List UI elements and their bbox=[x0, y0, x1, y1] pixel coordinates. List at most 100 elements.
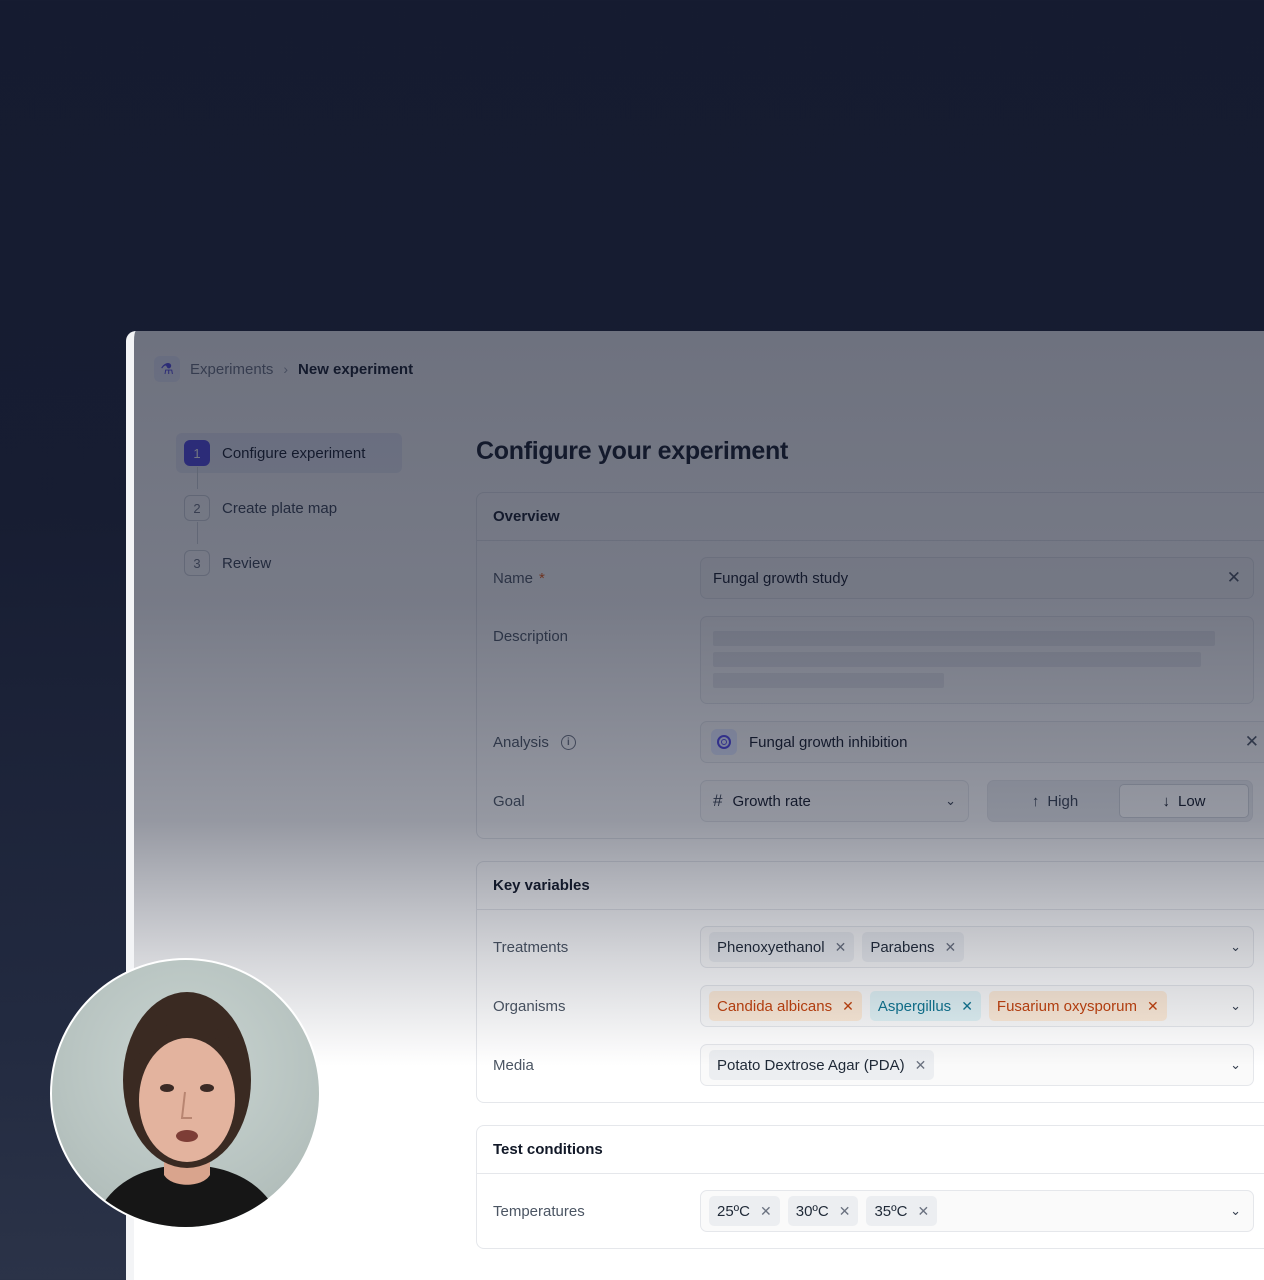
name-label: Name * bbox=[493, 570, 700, 587]
step-label: Configure experiment bbox=[222, 444, 366, 462]
chevron-down-icon: ⌄ bbox=[945, 793, 956, 808]
remove-tag-icon[interactable]: ✕ bbox=[917, 1203, 929, 1220]
goal-metric-select[interactable]: # Growth rate ⌄ bbox=[700, 780, 969, 822]
remove-tag-icon[interactable]: ✕ bbox=[915, 1057, 927, 1074]
name-input-value: Fungal growth study bbox=[713, 569, 849, 587]
media-multiselect[interactable]: Potato Dextrose Agar (PDA) ✕ ⌄ bbox=[700, 1044, 1254, 1086]
step-number: 3 bbox=[184, 550, 210, 576]
goal-row: Goal # Growth rate ⌄ ↑ High ↓ Low bbox=[493, 780, 1264, 822]
key-variables-card: Key variables Treatments Phenoxyethanol ✕… bbox=[476, 861, 1264, 1103]
tag-label: Potato Dextrose Agar (PDA) bbox=[717, 1056, 905, 1074]
card-title: Overview bbox=[477, 493, 1264, 541]
step-review[interactable]: 3 Review bbox=[176, 543, 402, 583]
name-input[interactable]: Fungal growth study ✕ bbox=[700, 557, 1254, 599]
organism-tag: Fusarium oxysporum ✕ bbox=[988, 991, 1167, 1021]
organisms-multiselect[interactable]: Candida albicans ✕ Aspergillus ✕ Fusarium … bbox=[700, 985, 1254, 1027]
temperatures-label: Temperatures bbox=[493, 1202, 585, 1220]
remove-tag-icon[interactable]: ✕ bbox=[839, 1203, 851, 1220]
chevron-right-icon: › bbox=[283, 361, 289, 377]
overview-card: Overview Name * Fungal growth study ✕ De… bbox=[476, 492, 1264, 839]
tag-label: 35ºC bbox=[874, 1202, 908, 1220]
step-number: 1 bbox=[184, 440, 210, 466]
test-conditions-card: Test conditions Temperatures 25ºC ✕ 30ºC ✕… bbox=[476, 1125, 1264, 1249]
remove-tag-icon[interactable]: ✕ bbox=[842, 998, 854, 1015]
arrow-up-icon: ↑ bbox=[1031, 792, 1040, 810]
temperature-tag: 35ºC ✕ bbox=[866, 1196, 938, 1226]
analysis-label-text: Analysis bbox=[493, 733, 549, 751]
tag-label: Phenoxyethanol bbox=[717, 938, 825, 956]
step-connector bbox=[197, 522, 198, 544]
arrow-down-icon: ↓ bbox=[1162, 792, 1170, 810]
organisms-row: Organisms Candida albicans ✕ Aspergillus ✕… bbox=[493, 985, 1264, 1027]
clear-icon[interactable]: ✕ bbox=[1227, 568, 1241, 588]
media-tag: Potato Dextrose Agar (PDA) ✕ bbox=[709, 1050, 935, 1080]
tag-label: 25ºC bbox=[717, 1202, 750, 1220]
remove-tag-icon[interactable]: ✕ bbox=[961, 998, 973, 1015]
treatments-label: Treatments bbox=[493, 938, 569, 956]
tag-label: Fusarium oxysporum bbox=[996, 997, 1137, 1015]
temperature-tag: 25ºC ✕ bbox=[709, 1196, 780, 1226]
treatments-row: Treatments Phenoxyethanol ✕ Parabens ✕ ⌄ bbox=[493, 926, 1264, 968]
remove-tag-icon[interactable]: ✕ bbox=[760, 1203, 772, 1220]
goal-high-label: High bbox=[1047, 792, 1079, 810]
main-content: Configure your experiment Overview Name … bbox=[476, 437, 1264, 1271]
redacted-text-line bbox=[713, 673, 944, 688]
breadcrumb-experiments[interactable]: Experiments bbox=[190, 361, 273, 378]
chevron-down-icon[interactable]: ⌄ bbox=[1230, 939, 1241, 955]
treatments-multiselect[interactable]: Phenoxyethanol ✕ Parabens ✕ ⌄ bbox=[700, 926, 1254, 968]
step-connector bbox=[197, 467, 198, 489]
goal-low-button[interactable]: ↓ Low bbox=[1119, 784, 1249, 818]
description-row: Description bbox=[493, 616, 1264, 704]
step-configure-experiment[interactable]: 1 Configure experiment bbox=[176, 433, 402, 489]
analysis-value: Fungal growth inhibition bbox=[749, 733, 908, 751]
step-label: Create plate map bbox=[222, 499, 338, 517]
goal-direction-toggle: ↑ High ↓ Low bbox=[987, 780, 1253, 822]
analysis-row: Analysis i Fungal growth inhibition ✕ bbox=[493, 721, 1264, 763]
hash-icon: # bbox=[713, 791, 723, 810]
remove-tag-icon[interactable]: ✕ bbox=[1147, 998, 1159, 1015]
temperatures-row: Temperatures 25ºC ✕ 30ºC ✕ 35ºC ✕ ⌄ bbox=[493, 1190, 1264, 1232]
clear-icon[interactable]: ✕ bbox=[1245, 732, 1259, 752]
organism-tag: Aspergillus ✕ bbox=[869, 991, 981, 1021]
analysis-select[interactable]: Fungal growth inhibition ✕ bbox=[700, 721, 1264, 763]
chevron-down-icon[interactable]: ⌄ bbox=[1230, 1203, 1241, 1219]
flask-icon[interactable]: ⚗ bbox=[154, 356, 180, 382]
description-textarea[interactable] bbox=[700, 616, 1254, 704]
analysis-label: Analysis i bbox=[493, 734, 700, 751]
goal-metric-value: Growth rate bbox=[732, 792, 811, 810]
remove-tag-icon[interactable]: ✕ bbox=[945, 939, 957, 956]
media-row: Media Potato Dextrose Agar (PDA) ✕ ⌄ bbox=[493, 1044, 1264, 1086]
description-label: Description bbox=[493, 628, 569, 645]
temperature-tag: 30ºC ✕ bbox=[787, 1196, 859, 1226]
goal-high-button[interactable]: ↑ High bbox=[991, 784, 1119, 818]
name-row: Name * Fungal growth study ✕ bbox=[493, 557, 1264, 599]
chevron-down-icon[interactable]: ⌄ bbox=[1230, 998, 1241, 1014]
temperatures-multiselect[interactable]: 25ºC ✕ 30ºC ✕ 35ºC ✕ ⌄ bbox=[700, 1190, 1254, 1232]
step-label: Review bbox=[222, 554, 272, 572]
step-create-plate-map[interactable]: 2 Create plate map bbox=[176, 488, 402, 544]
breadcrumb-current: New experiment bbox=[298, 360, 414, 378]
chevron-down-icon[interactable]: ⌄ bbox=[1230, 1057, 1241, 1073]
step-number: 2 bbox=[184, 495, 210, 521]
treatment-tag: Parabens ✕ bbox=[862, 932, 965, 962]
redacted-text-line bbox=[713, 652, 1201, 667]
card-title: Test conditions bbox=[477, 1126, 1264, 1174]
tag-label: 30ºC bbox=[795, 1202, 829, 1220]
goal-label: Goal bbox=[493, 792, 525, 810]
redacted-text-line bbox=[713, 631, 1215, 646]
page-title: Configure your experiment bbox=[476, 437, 788, 465]
info-icon[interactable]: i bbox=[560, 734, 576, 750]
stepper: 1 Configure experiment 2 Create plate ma… bbox=[176, 433, 402, 598]
presenter-portrait bbox=[93, 992, 283, 1227]
target-icon bbox=[711, 729, 737, 755]
media-label: Media bbox=[493, 1056, 534, 1074]
goal-low-label: Low bbox=[1177, 792, 1206, 810]
remove-tag-icon[interactable]: ✕ bbox=[835, 939, 847, 956]
card-title: Key variables bbox=[477, 862, 1264, 910]
name-label-text: Name bbox=[493, 569, 534, 587]
treatment-tag: Phenoxyethanol ✕ bbox=[709, 932, 855, 962]
tag-label: Parabens bbox=[870, 938, 935, 956]
presenter-video-avatar bbox=[50, 958, 321, 1229]
organism-tag: Candida albicans ✕ bbox=[709, 991, 862, 1021]
required-marker: * bbox=[539, 569, 545, 587]
